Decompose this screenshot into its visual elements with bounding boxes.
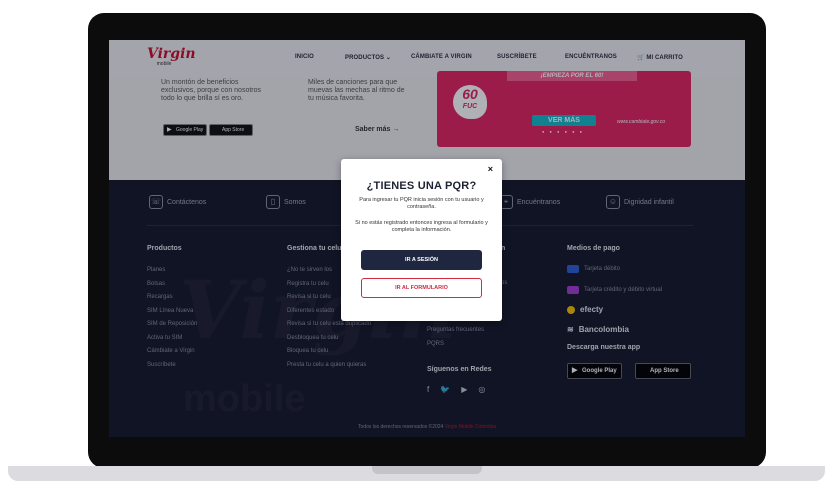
modal-text-form: Si no estás registrado entonces ingresa … xyxy=(355,220,488,233)
browser-screen: Virgin mobile INICIO PRODUCTOS ⌄ CÁMBIAT… xyxy=(109,40,745,437)
modal-title: ¿TIENES UNA PQR? xyxy=(366,180,477,192)
modal-text-login: Para ingresar tu PQR inicia sesión con t… xyxy=(359,197,484,210)
login-button[interactable]: IR A SESIÓN xyxy=(361,250,482,270)
laptop-mockup: Virgin mobile INICIO PRODUCTOS ⌄ CÁMBIAT… xyxy=(0,0,833,485)
form-button[interactable]: IR AL FORMULARIO xyxy=(361,278,482,298)
close-icon[interactable]: × xyxy=(488,164,493,174)
pqr-modal: × ¿TIENES UNA PQR? Para ingresar tu PQR … xyxy=(341,159,502,321)
laptop-notch xyxy=(372,466,482,474)
